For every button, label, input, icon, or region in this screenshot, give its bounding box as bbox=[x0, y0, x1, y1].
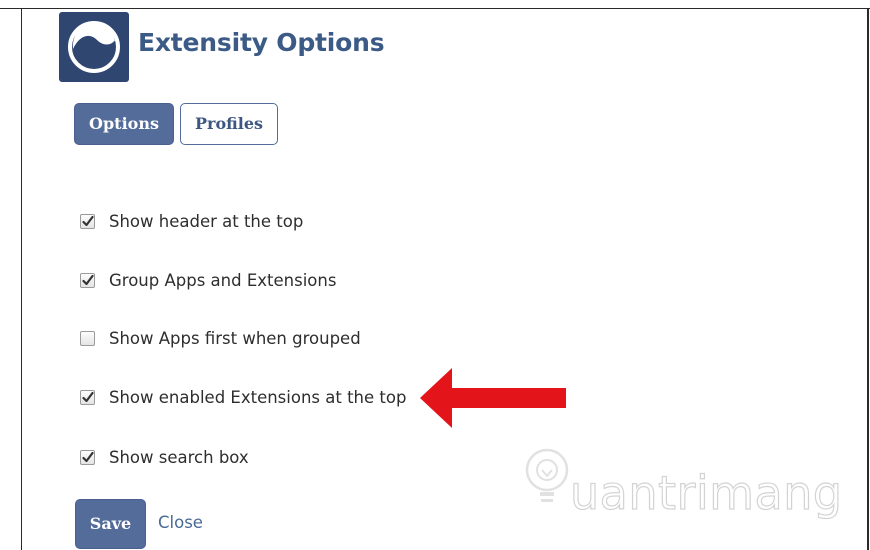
search-box-checkbox[interactable] bbox=[80, 449, 95, 465]
option-apps-first[interactable]: Show Apps first when grouped bbox=[80, 327, 361, 349]
window-right-border bbox=[867, 8, 869, 550]
page-title: Extensity Options bbox=[138, 28, 385, 57]
show-header-checkbox[interactable] bbox=[80, 213, 95, 229]
lightbulb-watermark-icon bbox=[525, 448, 569, 502]
group-apps-checkbox[interactable] bbox=[80, 272, 95, 288]
apps-first-checkbox[interactable] bbox=[80, 330, 95, 346]
window-top-border bbox=[0, 8, 870, 9]
window-left-border bbox=[21, 8, 22, 550]
watermark-text: uantrimang bbox=[569, 465, 843, 520]
tab-options[interactable]: Options bbox=[74, 103, 174, 145]
option-label: Show header at the top bbox=[109, 211, 304, 231]
option-group-apps[interactable]: Group Apps and Extensions bbox=[80, 269, 336, 291]
close-link[interactable]: Close bbox=[158, 513, 203, 532]
option-label: Show Apps first when grouped bbox=[109, 328, 361, 348]
option-label: Show search box bbox=[109, 447, 249, 467]
option-label: Group Apps and Extensions bbox=[109, 270, 337, 290]
extensity-logo-icon bbox=[59, 12, 129, 82]
option-show-header[interactable]: Show header at the top bbox=[80, 210, 303, 232]
save-button[interactable]: Save bbox=[75, 499, 146, 549]
option-search-box[interactable]: Show search box bbox=[80, 446, 249, 468]
enabled-top-checkbox[interactable] bbox=[80, 389, 95, 405]
option-label: Show enabled Extensions at the top bbox=[109, 387, 407, 407]
option-enabled-top[interactable]: Show enabled Extensions at the top bbox=[80, 386, 406, 408]
tab-profiles[interactable]: Profiles bbox=[180, 103, 278, 145]
red-arrow-icon bbox=[420, 368, 566, 428]
